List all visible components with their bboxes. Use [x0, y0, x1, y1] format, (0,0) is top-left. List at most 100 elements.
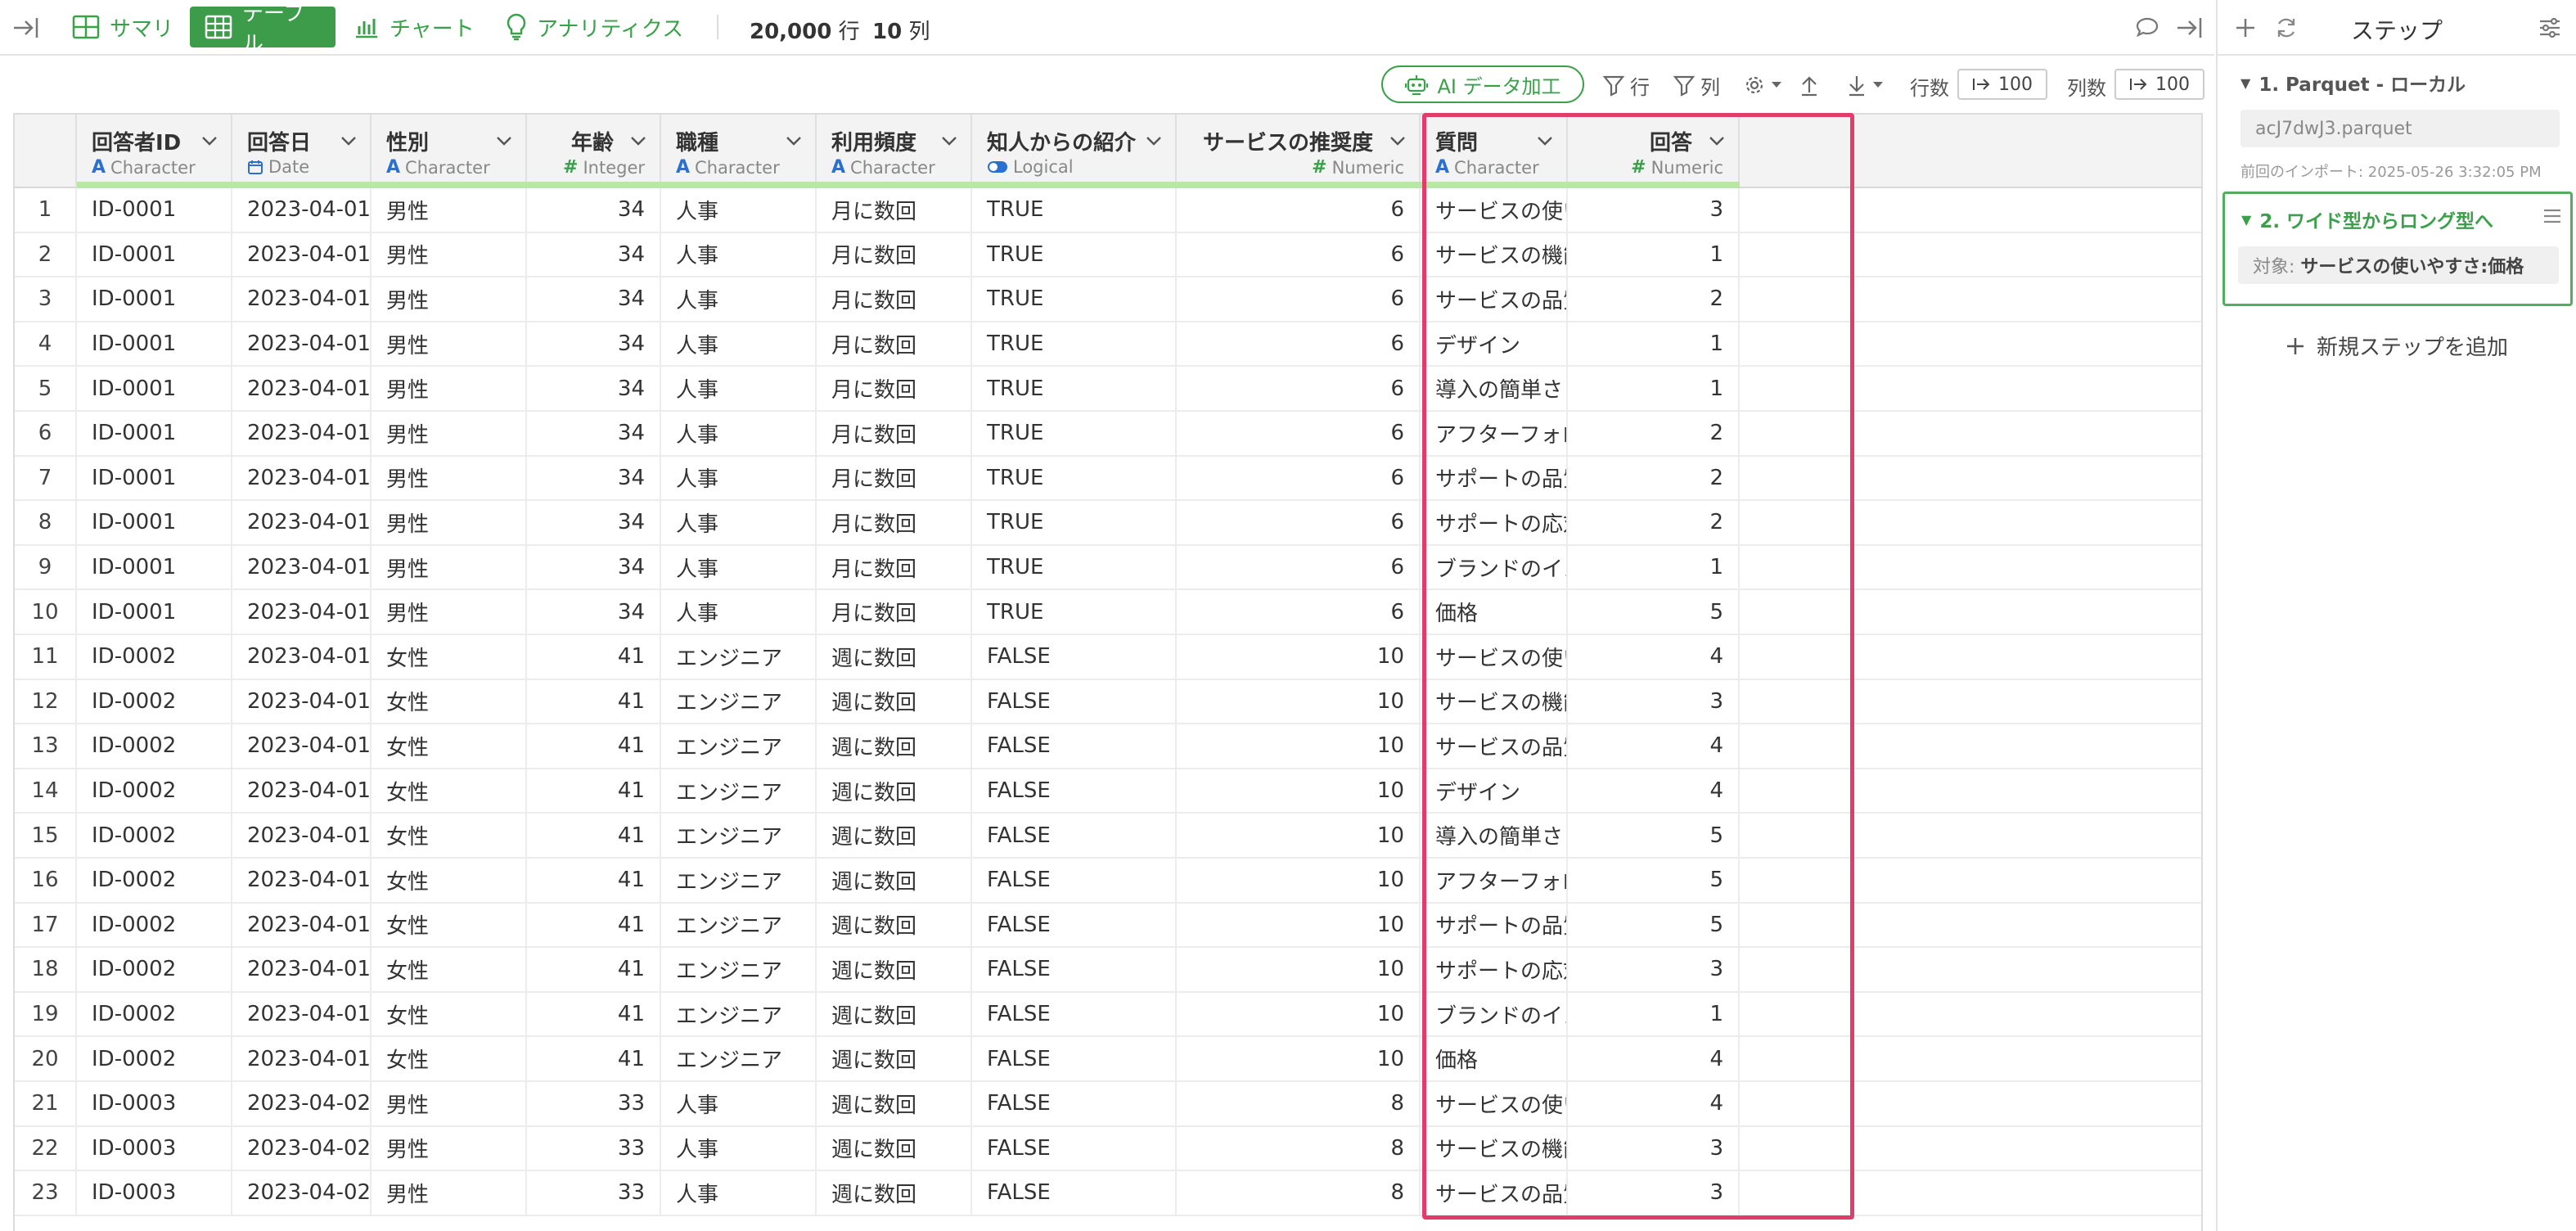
table-cell[interactable]: 8 [1177, 1171, 1421, 1215]
chevron-down-icon[interactable] [628, 131, 648, 151]
table-cell[interactable]: 週に数回 [817, 769, 972, 813]
table-cell[interactable]: サービスの使いやすさ [1421, 1082, 1568, 1125]
table-cell[interactable]: 2023-04-01 [232, 188, 372, 232]
column-header[interactable]: 知人からの紹介 Logical [972, 115, 1177, 188]
table-cell[interactable]: 女性 [372, 1037, 527, 1080]
table-cell[interactable]: 33 [527, 1082, 661, 1125]
table-cell[interactable]: 1 [1568, 545, 1740, 589]
table-cell[interactable]: 2023-04-01 [232, 456, 372, 500]
table-row[interactable]: 1ID-00012023-04-01男性34人事月に数回TRUE6サービスの使い… [15, 188, 2201, 233]
table-cell[interactable]: 41 [527, 724, 661, 768]
table-cell[interactable]: 女性 [372, 635, 527, 679]
column-header[interactable]: 回答 # Numeric [1568, 115, 1740, 188]
table-cell[interactable]: 5 [1568, 814, 1740, 857]
table-cell[interactable]: 1 [1568, 367, 1740, 410]
table-cell[interactable]: 2023-04-01 [232, 635, 372, 679]
table-cell[interactable]: ID-0002 [77, 635, 232, 679]
table-cell[interactable]: 人事 [661, 277, 817, 321]
table-cell[interactable]: 2023-04-02 [232, 1082, 372, 1125]
chevron-down-icon[interactable] [200, 131, 219, 151]
table-cell[interactable]: 4 [1568, 724, 1740, 768]
table-cell[interactable]: 34 [527, 590, 661, 634]
table-cell[interactable]: 男性 [372, 277, 527, 321]
table-cell[interactable]: 月に数回 [817, 456, 972, 500]
table-cell[interactable]: FALSE [972, 769, 1177, 813]
table-cell[interactable]: 4 [1568, 1082, 1740, 1125]
table-cell[interactable]: 女性 [372, 859, 527, 902]
table-cell[interactable]: エンジニア [661, 1037, 817, 1080]
columns-limit-input[interactable]: 100 [2114, 69, 2204, 100]
table-row[interactable]: 2ID-00012023-04-01男性34人事月に数回TRUE6サービスの機能… [15, 232, 2201, 278]
table-cell[interactable]: 34 [527, 545, 661, 589]
table-cell[interactable]: 10 [1177, 992, 1421, 1036]
tab-analytics[interactable]: アナリティクス [491, 7, 698, 47]
column-header[interactable]: 職種 A Character [661, 115, 817, 188]
table-cell[interactable]: エンジニア [661, 859, 817, 902]
table-cell[interactable]: ID-0003 [77, 1082, 232, 1125]
table-cell[interactable]: 6 [1177, 322, 1421, 366]
table-cell[interactable]: サポートの応対速度 [1421, 501, 1568, 544]
table-cell[interactable]: ID-0001 [77, 590, 232, 634]
table-cell[interactable]: 1 [1568, 322, 1740, 366]
download-menu-button[interactable] [1846, 70, 1884, 100]
table-cell[interactable]: 4 [1568, 1037, 1740, 1080]
table-cell[interactable]: 2023-04-02 [232, 1126, 372, 1170]
sliders-icon[interactable] [2533, 11, 2566, 44]
collapse-right-icon[interactable] [2173, 11, 2206, 44]
table-cell[interactable]: ID-0002 [77, 679, 232, 724]
table-cell[interactable]: 10 [1177, 724, 1421, 768]
table-cell[interactable]: 2 [1568, 277, 1740, 321]
chevron-down-icon[interactable] [1388, 131, 1407, 151]
table-cell[interactable]: エンジニア [661, 679, 817, 724]
table-cell[interactable]: 3 [1568, 1126, 1740, 1170]
table-row[interactable]: 6ID-00012023-04-01男性34人事月に数回TRUE6アフターフォロ… [15, 412, 2201, 457]
table-cell[interactable]: 10 [1177, 635, 1421, 679]
table-cell[interactable]: ID-0001 [77, 277, 232, 321]
table-cell[interactable]: 2023-04-01 [232, 367, 372, 410]
table-cell[interactable]: 人事 [661, 367, 817, 410]
table-cell[interactable]: 2023-04-02 [232, 1171, 372, 1215]
table-cell[interactable]: 週に数回 [817, 679, 972, 724]
table-cell[interactable]: 2023-04-01 [232, 1037, 372, 1080]
table-cell[interactable]: 3 [1568, 188, 1740, 232]
table-cell[interactable]: デザイン [1421, 769, 1568, 813]
table-cell[interactable]: 人事 [661, 501, 817, 544]
table-cell[interactable]: 男性 [372, 412, 527, 455]
table-row[interactable]: 3ID-00012023-04-01男性34人事月に数回TRUE6サービスの品質… [15, 277, 2201, 322]
table-row[interactable]: 13 ID-0002 2023-04-01 女性 41 エンジニア 週に数回 FALSE 10 サ… [15, 724, 2201, 769]
chevron-down-icon[interactable] [1707, 131, 1727, 151]
table-cell[interactable]: TRUE [972, 590, 1177, 634]
table-row[interactable]: 22 ID-0003 2023-04-02 男性 33 人事 週に数回 FALSE 8 サービスの… [15, 1126, 2201, 1172]
table-cell[interactable]: ID-0002 [77, 948, 232, 991]
table-cell[interactable]: TRUE [972, 277, 1177, 321]
table-cell[interactable]: FALSE [972, 814, 1177, 857]
table-cell[interactable]: 男性 [372, 367, 527, 410]
table-cell[interactable]: 4 [1568, 635, 1740, 679]
table-row[interactable]: 4 ID-0001 2023-04-01 男性 34 人事 月に数回 TRUE 6 デザイン 1 [15, 322, 2201, 367]
table-cell[interactable]: 6 [1177, 277, 1421, 321]
table-cell[interactable]: サポートの品質 [1421, 456, 1568, 500]
table-cell[interactable]: 2023-04-01 [232, 277, 372, 321]
table-cell[interactable]: エンジニア [661, 814, 817, 857]
table-row[interactable]: 12 ID-0002 2023-04-01 女性 41 エンジニア 週に数回 FALSE 10 サ… [15, 679, 2201, 725]
table-cell[interactable]: TRUE [972, 456, 1177, 500]
tab-chart[interactable]: チャート [339, 7, 489, 47]
table-cell[interactable]: ID-0001 [77, 367, 232, 410]
table-cell[interactable]: FALSE [972, 903, 1177, 947]
table-cell[interactable]: 6 [1177, 501, 1421, 544]
table-cell[interactable]: アフターフォローの充実度 [1421, 859, 1568, 902]
table-cell[interactable]: エンジニア [661, 992, 817, 1036]
table-cell[interactable]: 2023-04-01 [232, 814, 372, 857]
chevron-down-icon[interactable] [784, 131, 804, 151]
table-cell[interactable]: 8 [1177, 1126, 1421, 1170]
table-cell[interactable]: 人事 [661, 232, 817, 277]
table-row[interactable]: 20 ID-0002 2023-04-01 女性 41 エンジニア 週に数回 FALSE 10 価… [15, 1037, 2201, 1082]
table-cell[interactable]: ID-0002 [77, 814, 232, 857]
table-cell[interactable]: 3 [1568, 679, 1740, 724]
table-cell[interactable]: 10 [1177, 903, 1421, 947]
table-cell[interactable]: 2023-04-01 [232, 679, 372, 724]
table-cell[interactable]: 週に数回 [817, 1037, 972, 1080]
table-cell[interactable]: 41 [527, 679, 661, 724]
table-cell[interactable]: エンジニア [661, 635, 817, 679]
table-cell[interactable]: 月に数回 [817, 322, 972, 366]
